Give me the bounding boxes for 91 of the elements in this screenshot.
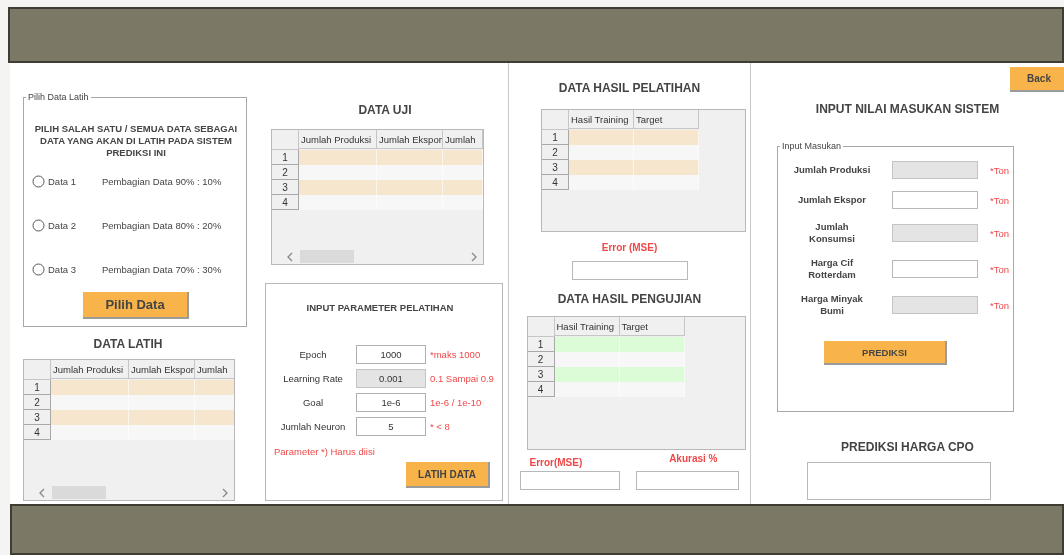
field-label: Jumlah Ekspor	[796, 194, 868, 206]
row-number: 3	[272, 180, 299, 195]
section-title: DATA LATIH	[92, 337, 164, 351]
column-header: Target	[619, 317, 685, 336]
select-data-button[interactable]: Pilih Data	[83, 292, 189, 319]
section-title: DATA HASIL PENGUJIAN	[557, 292, 702, 306]
field-label: Jumlah Produksi	[792, 164, 872, 176]
option-description: Pembagian Data 80% : 20%	[102, 219, 222, 231]
row-number: 1	[24, 380, 51, 395]
row-number: 4	[24, 425, 51, 440]
row-number: 1	[272, 150, 299, 165]
table-row[interactable]	[569, 160, 699, 175]
input-field[interactable]: 1000	[356, 345, 426, 364]
field-label: Harga Minyak Bumi	[800, 293, 864, 317]
unit-text: *Ton	[990, 263, 1009, 275]
table-row[interactable]	[51, 425, 234, 440]
table-row[interactable]	[299, 180, 483, 195]
input-field[interactable]	[892, 191, 978, 209]
input-field[interactable]: 5	[356, 417, 426, 436]
hint-text: * < 8	[430, 421, 451, 432]
field-label: Epoch	[298, 349, 328, 360]
hint-text: *maks 1000	[430, 349, 482, 360]
radio-label[interactable]: Data 3	[48, 263, 102, 275]
field-label: Jumlah Neuron	[279, 421, 347, 432]
column-header: Jumlah Produksi	[51, 360, 129, 379]
predict-button[interactable]: PREDIKSI	[824, 341, 947, 365]
radio-label[interactable]: Data 2	[48, 219, 102, 231]
radio-button[interactable]	[32, 174, 45, 188]
row-number: 4	[542, 175, 569, 190]
panel-title: INPUT PARAMETER PELATIHAN	[305, 302, 455, 313]
field-label: Jumlah Konsumsi	[808, 221, 856, 245]
column-header: Jumlah	[443, 130, 483, 149]
column-header: Jumlah Produksi	[299, 130, 377, 149]
table-row[interactable]	[569, 130, 699, 145]
error-label: Error (MSE)	[601, 242, 658, 253]
column-header: Hasil Training	[554, 317, 620, 336]
row-number: 2	[542, 145, 569, 160]
table-row[interactable]	[299, 150, 483, 165]
error-label: Error(MSE)	[529, 457, 583, 468]
column-header: Hasil Training	[569, 110, 634, 129]
hint-text: 0.1 Sampai 0.9	[430, 373, 495, 384]
row-number: 4	[272, 195, 299, 210]
column-header: Jumlah Ekspor	[129, 360, 195, 379]
train-button[interactable]: LATIH DATA	[406, 462, 490, 488]
note-text: Parameter *) Harus diisi	[274, 446, 376, 457]
table-row[interactable]	[51, 395, 234, 410]
row-number: 1	[542, 130, 569, 145]
back-button[interactable]: Back	[1010, 67, 1064, 92]
row-number: 4	[527, 382, 555, 397]
table-row[interactable]	[299, 165, 483, 180]
option-description: Pembagian Data 70% : 30%	[102, 263, 222, 275]
input-field[interactable]	[892, 260, 978, 278]
unit-text: *Ton	[990, 194, 1009, 206]
radio-button[interactable]	[32, 218, 45, 232]
table-row[interactable]	[554, 382, 685, 397]
panel-legend: Input Masukan	[780, 140, 844, 152]
row-number: 3	[542, 160, 569, 175]
column-header: Jumlah Ekspor	[377, 130, 443, 149]
section-title: INPUT NILAI MASUKAN SISTEM	[814, 102, 1001, 116]
unit-text: *Ton	[990, 164, 1009, 176]
field-label: Learning Rate	[282, 373, 344, 384]
option-description: Pembagian Data 90% : 10%	[102, 175, 222, 187]
table-row[interactable]	[554, 337, 685, 352]
instruction-text: PILIH SALAH SATU / SEMUA DATA SEBAGAI DATA YANG AKAN DI LATIH PADA SISTEM PREDIKSI INI	[33, 123, 239, 159]
table-row[interactable]	[51, 410, 234, 425]
row-number: 2	[272, 165, 299, 180]
radio-button[interactable]	[32, 262, 45, 276]
input-field[interactable]: 1e-6	[356, 393, 426, 412]
table-row[interactable]	[554, 352, 685, 367]
row-number: 2	[24, 395, 51, 410]
section-title: DATA HASIL PELATIHAN	[558, 81, 701, 95]
row-number: 1	[527, 337, 555, 352]
row-number: 3	[24, 410, 51, 425]
section-title: PREDIKSI HARGA CPO	[840, 440, 975, 454]
table-row[interactable]	[554, 367, 685, 382]
hint-text: 1e-6 / 1e-10	[430, 397, 483, 408]
table-row[interactable]	[569, 175, 699, 190]
accuracy-label: Akurasi %	[669, 453, 718, 466]
unit-text: *Ton	[990, 299, 1009, 311]
unit-text: *Ton	[990, 227, 1009, 239]
table-row[interactable]	[299, 195, 483, 210]
table-row[interactable]	[569, 145, 699, 160]
field-label: Goal	[301, 397, 325, 408]
column-header: Target	[634, 110, 699, 129]
table-row[interactable]	[51, 380, 234, 395]
row-number: 3	[527, 367, 555, 382]
panel-legend: Pilih Data Latih	[26, 91, 91, 103]
radio-label[interactable]: Data 1	[48, 175, 102, 187]
section-title: DATA UJI	[357, 103, 413, 117]
field-label: Harga Cif Rotterdam	[807, 257, 857, 281]
row-number: 2	[527, 352, 555, 367]
